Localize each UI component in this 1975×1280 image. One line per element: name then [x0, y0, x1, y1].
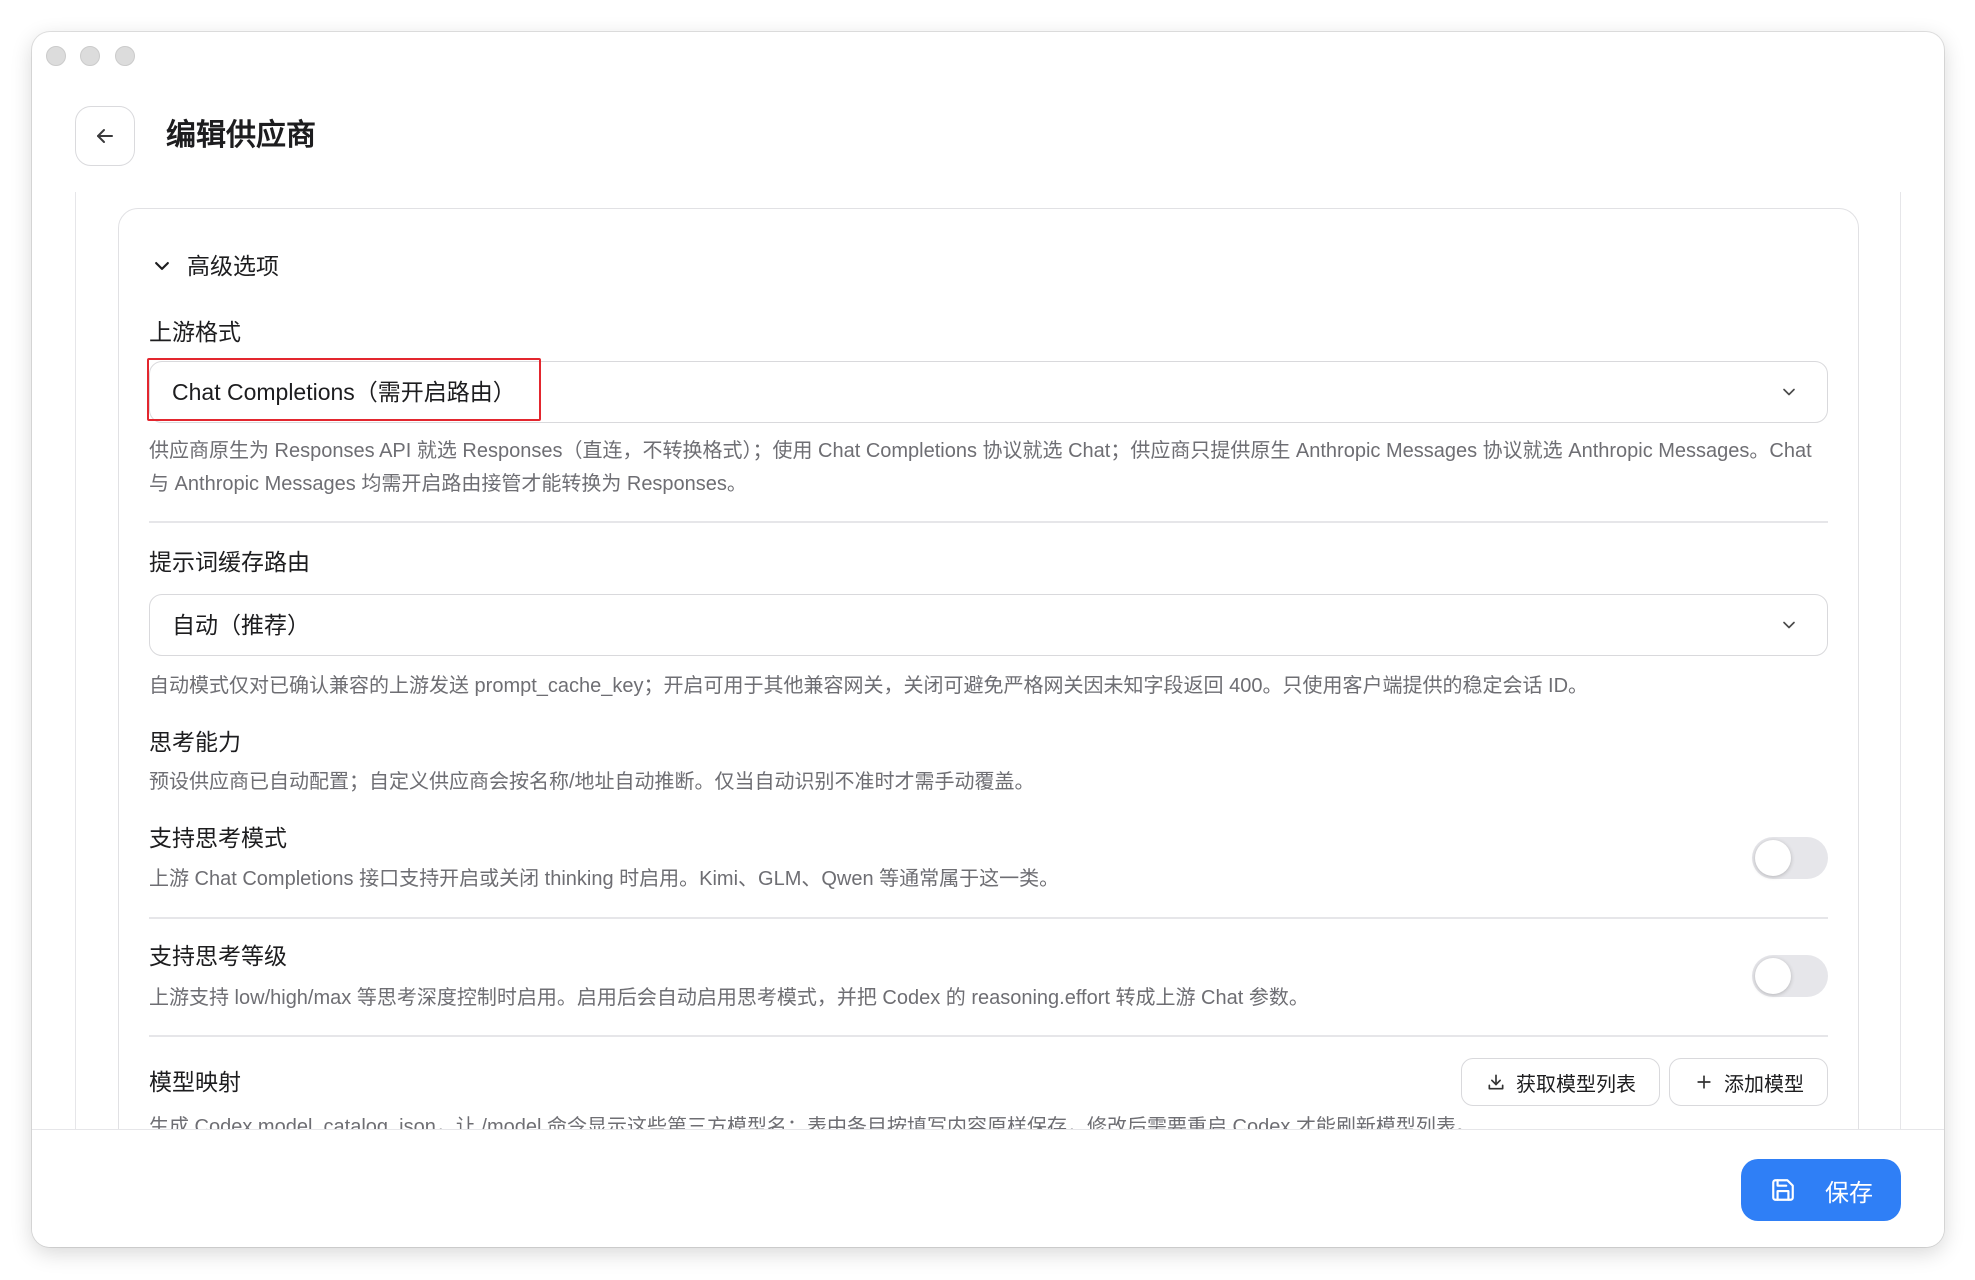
- minimize-window-button[interactable]: [80, 46, 100, 66]
- thinking-mode-help: 上游 Chat Completions 接口支持开启或关闭 thinking 时…: [149, 868, 1060, 890]
- thinking-section-title: 思考能力: [149, 729, 241, 755]
- thinking-level-toggle[interactable]: [1752, 955, 1828, 997]
- chevron-down-icon: [1779, 615, 1799, 635]
- advanced-options-card: 高级选项 上游格式 Chat Completions（需开启路由） 供应商原生为…: [118, 208, 1859, 1129]
- thinking-level-label: 支持思考等级: [149, 943, 287, 969]
- prompt-cache-routing-value: 自动（推荐）: [172, 612, 310, 638]
- footer-bar: 保存: [32, 1129, 1944, 1247]
- model-mapping-help: 生成 Codex model_catalog_json，让 /model 命令显…: [149, 1116, 1476, 1129]
- upstream-format-value: Chat Completions（需开启路由）: [172, 379, 516, 405]
- thinking-mode-label: 支持思考模式: [149, 825, 287, 851]
- content-scroll-area[interactable]: 高级选项 上游格式 Chat Completions（需开启路由） 供应商原生为…: [75, 192, 1901, 1129]
- toggle-knob: [1755, 958, 1791, 994]
- thinking-level-help: 上游支持 low/high/max 等思考深度控制时启用。启用后会自动启用思考模…: [149, 987, 1309, 1009]
- divider: [149, 917, 1828, 919]
- download-icon: [1486, 1072, 1506, 1092]
- close-window-button[interactable]: [46, 46, 66, 66]
- save-label: 保存: [1825, 1179, 1873, 1207]
- prompt-cache-routing-select[interactable]: 自动（推荐）: [149, 594, 1828, 656]
- back-button[interactable]: [75, 106, 135, 166]
- advanced-options-label: 高级选项: [187, 253, 279, 279]
- toggle-knob: [1755, 840, 1791, 876]
- fetch-model-list-label: 获取模型列表: [1516, 1073, 1636, 1096]
- page-title: 编辑供应商: [166, 119, 316, 152]
- arrow-left-icon: [93, 124, 117, 148]
- upstream-format-help: 供应商原生为 Responses API 就选 Responses（直连，不转换…: [149, 440, 1812, 495]
- advanced-options-toggle[interactable]: 高级选项: [149, 251, 1828, 281]
- upstream-format-label: 上游格式: [149, 319, 241, 345]
- prompt-cache-routing-help: 自动模式仅对已确认兼容的上游发送 prompt_cache_key；开启可用于其…: [149, 675, 1589, 697]
- save-icon: [1770, 1177, 1796, 1203]
- add-model-button[interactable]: 添加模型: [1669, 1058, 1828, 1106]
- app-window: 编辑供应商 高级选项 上游格式 Chat Completions（需开启路由） …: [32, 32, 1944, 1247]
- model-mapping-actions: 获取模型列表 添加模型: [1461, 1058, 1828, 1106]
- thinking-mode-toggle[interactable]: [1752, 837, 1828, 879]
- prompt-cache-routing-label: 提示词缓存路由: [149, 549, 310, 575]
- save-button[interactable]: 保存: [1741, 1159, 1901, 1221]
- fetch-model-list-button[interactable]: 获取模型列表: [1461, 1058, 1660, 1106]
- divider: [149, 521, 1828, 523]
- plus-icon: [1694, 1072, 1714, 1092]
- thinking-section-help: 预设供应商已自动配置；自定义供应商会按名称/地址自动推断。仅当自动识别不准时才需…: [149, 771, 1035, 793]
- zoom-window-button[interactable]: [115, 46, 135, 66]
- upstream-format-select[interactable]: Chat Completions（需开启路由）: [147, 358, 1828, 423]
- chevron-down-icon: [1779, 382, 1799, 402]
- divider: [149, 1035, 1828, 1037]
- chevron-down-icon: [152, 256, 172, 276]
- add-model-label: 添加模型: [1724, 1073, 1804, 1096]
